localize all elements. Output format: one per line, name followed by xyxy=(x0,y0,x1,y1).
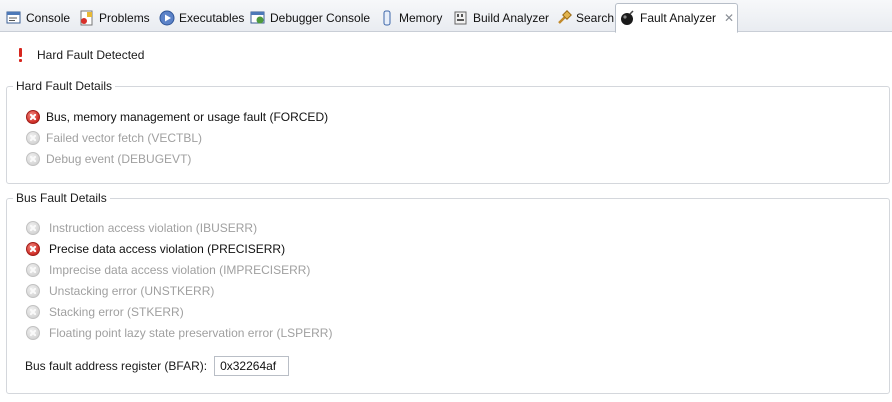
item-label: Unstacking error (UNSTKERR) xyxy=(49,284,215,298)
list-item: Failed vector fetch (VECTBL) xyxy=(26,129,202,147)
list-item: Unstacking error (UNSTKERR) xyxy=(26,282,214,300)
group-title: Hard Fault Details xyxy=(13,79,116,93)
debugger-console-icon xyxy=(250,10,266,26)
tab-executables[interactable]: Executables xyxy=(155,4,244,32)
tab-label: Console xyxy=(26,11,71,25)
item-label: Instruction access violation (IBUSERR) xyxy=(49,221,258,235)
tab-problems[interactable]: Problems xyxy=(75,4,150,32)
tab-label: Fault Analyzer xyxy=(640,11,717,25)
bfar-field[interactable] xyxy=(214,356,290,376)
inactive-status-icon xyxy=(26,131,40,145)
list-item: Debug event (DEBUGEVT) xyxy=(26,150,191,168)
item-label: Floating point lazy state preservation e… xyxy=(49,326,333,340)
list-item: Stacking error (STKERR) xyxy=(26,303,184,321)
error-status-icon xyxy=(26,110,40,124)
inactive-status-icon xyxy=(26,221,40,235)
item-label: Stacking error (STKERR) xyxy=(49,305,184,319)
list-item: Precise data access violation (PRECISERR… xyxy=(26,240,285,258)
item-label: Precise data access violation (PRECISERR… xyxy=(49,242,286,256)
problems-icon xyxy=(79,10,95,26)
tab-label: Debugger Console xyxy=(270,11,371,25)
hard-fault-header: Hard Fault Detected xyxy=(16,47,144,63)
view-tab-bar: Console Problems Executables Debugger Co… xyxy=(0,0,892,33)
console-icon xyxy=(6,10,22,26)
tab-debugger-console[interactable]: Debugger Console xyxy=(246,4,370,32)
inactive-status-icon xyxy=(26,152,40,166)
exclamation-icon xyxy=(16,47,24,63)
list-item: Floating point lazy state preservation e… xyxy=(26,324,332,342)
tab-search[interactable]: Search xyxy=(552,4,614,32)
fault-analyzer-icon xyxy=(620,10,636,26)
close-icon[interactable]: ✕ xyxy=(724,11,734,25)
page-title: Hard Fault Detected xyxy=(37,48,145,62)
memory-icon xyxy=(379,10,395,26)
tab-label: Memory xyxy=(399,11,443,25)
tab-memory[interactable]: Memory xyxy=(375,4,442,32)
executables-icon xyxy=(159,10,175,26)
item-label: Failed vector fetch (VECTBL) xyxy=(46,131,203,145)
tab-fault-analyzer[interactable]: Fault Analyzer ✕ xyxy=(615,3,738,33)
search-icon xyxy=(556,10,572,26)
bfar-row: Bus fault address register (BFAR): xyxy=(25,356,290,376)
inactive-status-icon xyxy=(26,284,40,298)
tab-label: Search xyxy=(576,11,615,25)
tab-label: Build Analyzer xyxy=(473,11,550,25)
tab-label: Problems xyxy=(99,11,150,25)
tab-label: Executables xyxy=(179,11,245,25)
item-label: Debug event (DEBUGEVT) xyxy=(46,152,192,166)
group-title: Bus Fault Details xyxy=(13,191,110,205)
inactive-status-icon xyxy=(26,326,40,340)
list-item: Imprecise data access violation (IMPRECI… xyxy=(26,261,310,279)
tab-build-analyzer[interactable]: Build Analyzer xyxy=(449,4,549,32)
error-status-icon xyxy=(26,242,40,256)
item-label: Bus, memory management or usage fault (F… xyxy=(46,110,329,124)
bfar-label: Bus fault address register (BFAR): xyxy=(25,359,208,373)
tab-console[interactable]: Console xyxy=(2,4,70,32)
list-item: Bus, memory management or usage fault (F… xyxy=(26,108,328,126)
list-item: Instruction access violation (IBUSERR) xyxy=(26,219,257,237)
item-label: Imprecise data access violation (IMPRECI… xyxy=(49,263,311,277)
inactive-status-icon xyxy=(26,263,40,277)
build-analyzer-icon xyxy=(453,10,469,26)
inactive-status-icon xyxy=(26,305,40,319)
